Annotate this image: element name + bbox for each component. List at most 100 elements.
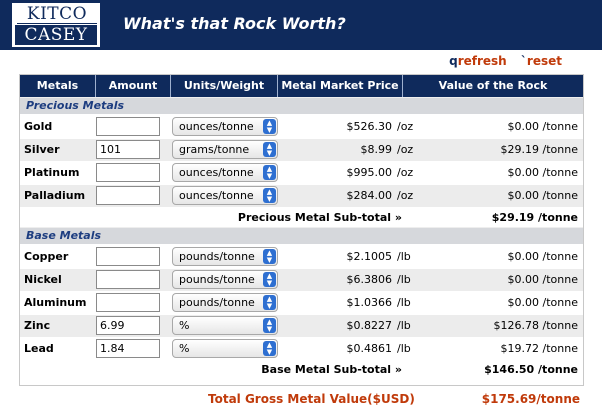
price-unit: /lb <box>397 342 411 355</box>
metal-name: Copper <box>24 250 69 263</box>
unit-select-value: pounds/tonne <box>179 273 255 286</box>
unit-select-silver[interactable]: grams/tonne ▲ ▼ <box>172 140 278 159</box>
grand-total-row: Total Gross Metal Value($USD) $175.69/to… <box>0 392 602 410</box>
market-price: $995.00 <box>346 166 393 179</box>
base-subtotal-value: $146.50 /tonne <box>484 363 578 376</box>
rock-value: $126.78 /tonne <box>493 319 578 332</box>
grand-total-value: $175.69/tonne <box>481 392 580 406</box>
rock-value-calculator: Metals Amount Units/Weight Metal Market … <box>19 74 584 386</box>
price-unit: /oz <box>397 189 414 202</box>
reset-label: reset <box>526 54 562 68</box>
kitco-casey-logo[interactable]: KITCO CASEY <box>12 3 100 47</box>
base-subtotal-label: Base Metal Sub-total » <box>261 363 402 376</box>
market-price: $284.00 <box>346 189 393 202</box>
unit-select-aluminum[interactable]: pounds/tonne ▲ ▼ <box>172 293 278 312</box>
rock-value: $0.00 /tonne <box>507 250 578 263</box>
price-unit: /oz <box>397 143 414 156</box>
reset-link[interactable]: `reset <box>521 54 562 68</box>
price-unit: /lb <box>397 319 411 332</box>
amount-input-silver[interactable] <box>96 140 160 159</box>
amount-input-platinum[interactable] <box>96 163 160 182</box>
chevron-up-down-icon: ▲ ▼ <box>263 295 276 310</box>
metal-row-silver: Silver grams/tonne ▲▼ $8.99 /oz $29.19 /t… <box>20 139 583 161</box>
price-unit: /lb <box>397 296 411 309</box>
unit-select-value: grams/tonne <box>179 143 250 156</box>
rock-value: $0.00 /tonne <box>507 296 578 309</box>
chevron-up-down-icon: ▲ ▼ <box>263 341 276 356</box>
column-header-units: Units/Weight <box>171 75 278 97</box>
chevron-up-down-icon: ▲ ▼ <box>263 318 276 333</box>
section-label: Precious Metals <box>26 99 125 112</box>
unit-select-zinc[interactable]: % ▲ ▼ <box>172 316 278 335</box>
amount-input-gold[interactable] <box>96 117 160 136</box>
market-price: $526.30 <box>346 120 393 133</box>
section-header-precious-metals: Precious Metals <box>20 97 583 114</box>
grand-total-label: Total Gross Metal Value($USD) <box>208 392 415 406</box>
chevron-up-down-icon: ▲ ▼ <box>263 119 276 134</box>
app-header: KITCO CASEY What's that Rock Worth? <box>0 0 602 50</box>
rock-value: $0.00 /tonne <box>507 166 578 179</box>
rock-value: $19.72 /tonne <box>500 342 578 355</box>
metal-name: Zinc <box>24 319 51 332</box>
column-header-amount: Amount <box>96 75 171 97</box>
market-price: $2.1005 <box>346 250 393 263</box>
amount-input-lead[interactable] <box>96 339 160 358</box>
rock-value: $0.00 /tonne <box>507 189 578 202</box>
column-header-market-price: Metal Market Price <box>278 75 403 97</box>
metal-row-zinc: Zinc % ▲▼ $0.8227 /lb $126.78 /tonne <box>20 315 583 337</box>
metal-row-lead: Lead % ▲▼ $0.4861 /lb $19.72 /tonne <box>20 338 583 360</box>
unit-select-value: pounds/tonne <box>179 250 255 263</box>
section-header-base-metals: Base Metals <box>20 227 583 244</box>
rock-value: $0.00 /tonne <box>507 120 578 133</box>
metal-name: Nickel <box>24 273 62 286</box>
amount-input-copper[interactable] <box>96 247 160 266</box>
table-header: Metals Amount Units/Weight Metal Market … <box>20 75 583 97</box>
refresh-label: refresh <box>457 54 507 68</box>
unit-select-value: % <box>179 319 190 332</box>
section-label: Base Metals <box>26 229 102 242</box>
logo-bottom-text: CASEY <box>15 25 97 45</box>
unit-select-value: % <box>179 342 190 355</box>
unit-select-value: pounds/tonne <box>179 296 255 309</box>
precious-subtotal-value: $29.19 /tonne <box>491 211 578 224</box>
refresh-link[interactable]: qrefresh <box>449 54 507 68</box>
amount-input-nickel[interactable] <box>96 270 160 289</box>
amount-input-palladium[interactable] <box>96 186 160 205</box>
market-price: $0.4861 <box>346 342 393 355</box>
metal-name: Lead <box>24 342 54 355</box>
unit-select-value: ounces/tonne <box>179 166 254 179</box>
chevron-up-down-icon: ▲ ▼ <box>263 142 276 157</box>
price-unit: /oz <box>397 166 414 179</box>
market-price: $8.99 <box>360 143 393 156</box>
amount-input-zinc[interactable] <box>96 316 160 335</box>
column-header-rock-value: Value of the Rock <box>438 79 548 92</box>
unit-select-value: ounces/tonne <box>179 189 254 202</box>
unit-select-lead[interactable]: % ▲ ▼ <box>172 339 278 358</box>
metal-row-aluminum: Aluminum pounds/tonne ▲ ▼ $1.0366 /lb $0.0… <box>20 292 583 314</box>
metal-name: Platinum <box>24 166 80 179</box>
market-price: $0.8227 <box>346 319 393 332</box>
unit-select-gold[interactable]: ounces/tonne ▲ ▼ <box>172 117 278 136</box>
market-price: $1.0366 <box>346 296 393 309</box>
calculator-actions: qrefresh `reset <box>449 54 562 68</box>
precious-subtotal-row: Precious Metal Sub-total » $29.19 /tonne <box>20 208 583 228</box>
chevron-up-down-icon: ▲ ▼ <box>263 272 276 287</box>
amount-input-aluminum[interactable] <box>96 293 160 312</box>
market-price: $6.3806 <box>346 273 393 286</box>
page-title: What's that Rock Worth? <box>123 14 346 33</box>
metal-name: Gold <box>24 120 53 133</box>
chevron-up-down-icon: ▲ ▼ <box>263 165 276 180</box>
metal-row-gold: Gold ounces/tonne ▲ ▼ $526.30 /oz $0.00 /t… <box>20 116 583 138</box>
metal-name: Aluminum <box>24 296 87 309</box>
column-header-metals: Metals <box>20 75 96 97</box>
unit-select-copper[interactable]: pounds/tonne ▲ ▼ <box>172 247 278 266</box>
precious-subtotal-label: Precious Metal Sub-total » <box>237 211 402 224</box>
chevron-up-down-icon: ▲ ▼ <box>263 188 276 203</box>
unit-select-nickel[interactable]: pounds/tonne ▲ ▼ <box>172 270 278 289</box>
price-unit: /oz <box>397 120 414 133</box>
metal-row-copper: Copper pounds/tonne ▲ ▼ $2.1005 /lb $0.00 … <box>20 246 583 268</box>
unit-select-platinum[interactable]: ounces/tonne ▲ ▼ <box>172 163 278 182</box>
unit-select-value: ounces/tonne <box>179 120 254 133</box>
metal-row-platinum: Platinum ounces/tonne ▲ ▼ $995.00 /oz $0.0… <box>20 162 583 184</box>
unit-select-palladium[interactable]: ounces/tonne ▲ ▼ <box>172 186 278 205</box>
